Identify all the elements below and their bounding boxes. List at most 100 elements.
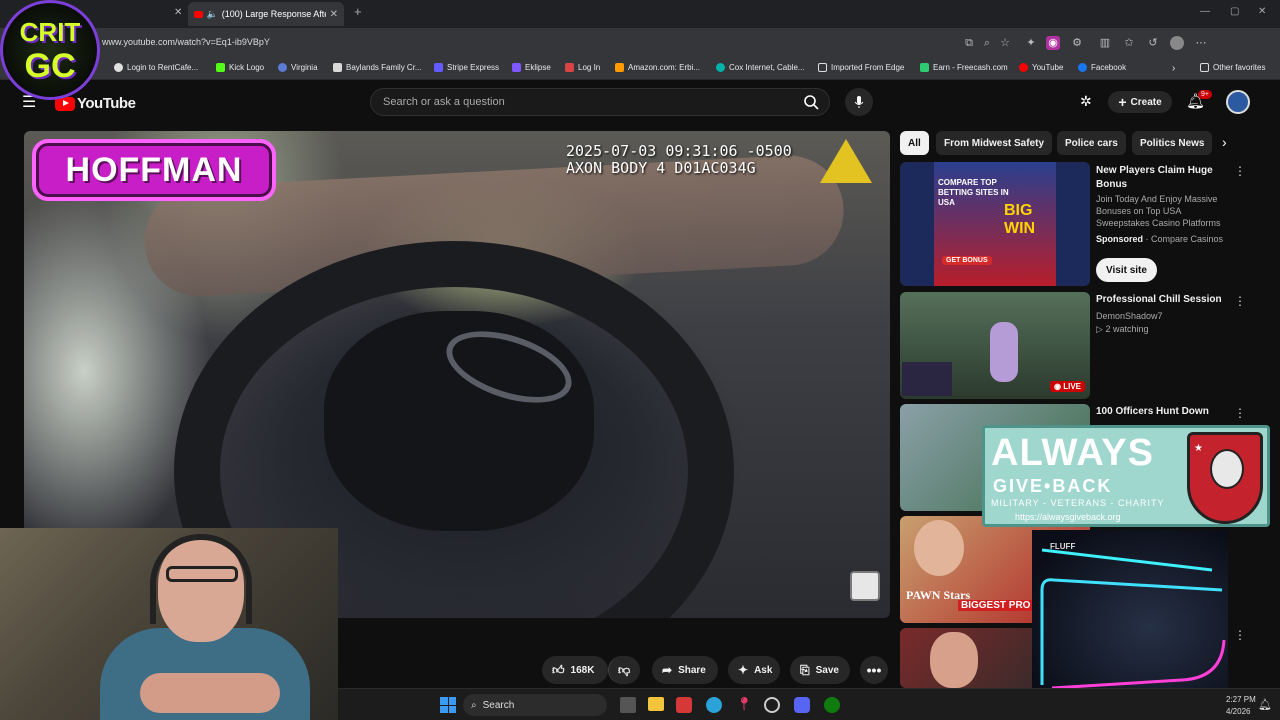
- sponsored-ad-card[interactable]: COMPARE TOP BETTING SITES IN USA BIG WIN…: [900, 162, 1260, 288]
- bookmark-item[interactable]: YouTube: [1019, 63, 1063, 72]
- windows-taskbar: ⌕ Search 📍︎ 2:27 PM 4/2026 🔔︎: [338, 688, 1280, 720]
- ad-thumbnail[interactable]: COMPARE TOP BETTING SITES IN USA BIG WIN…: [900, 162, 1090, 286]
- more-vertical-icon[interactable]: ⋮: [1234, 164, 1246, 178]
- bookmark-favicon-icon: [278, 63, 287, 72]
- maximize-icon[interactable]: ▢: [1230, 6, 1239, 17]
- bookmark-item[interactable]: Amazon.com: Erbi...: [615, 63, 700, 72]
- like-button[interactable]: 👍︎ 168K: [542, 656, 608, 684]
- profile-avatar[interactable]: [1170, 36, 1184, 50]
- ask-button[interactable]: ✦ Ask: [728, 656, 780, 684]
- minimize-icon[interactable]: —: [1200, 6, 1210, 17]
- other-favorites[interactable]: Other favorites: [1200, 63, 1265, 72]
- xbox-icon[interactable]: [824, 697, 840, 713]
- bookmark-item[interactable]: Eklipse: [512, 63, 551, 72]
- thumbs-up-icon: 👍︎: [552, 662, 565, 677]
- more-vertical-icon[interactable]: ⋮: [1234, 294, 1246, 308]
- bookmark-item[interactable]: Log In: [565, 63, 600, 72]
- bookmark-item[interactable]: Kick Logo: [216, 63, 264, 72]
- speaker-icon[interactable]: 🔈: [207, 9, 218, 20]
- map-pin-icon[interactable]: 📍︎: [736, 696, 753, 712]
- rec-title[interactable]: 100 Officers Hunt Down: [1096, 405, 1226, 419]
- bookmark-label: Stripe Express: [447, 63, 500, 72]
- logo-text-top: CRIT: [19, 17, 81, 47]
- bookmark-favicon-icon: [615, 63, 624, 72]
- ask-label: Ask: [754, 664, 773, 676]
- favorite-star-icon[interactable]: ☆: [998, 36, 1012, 50]
- new-tab-icon[interactable]: +: [354, 4, 362, 19]
- dislike-button[interactable]: 👎︎: [608, 656, 640, 684]
- rec-title[interactable]: New Players Claim Huge Bonus: [1096, 164, 1226, 192]
- search-input[interactable]: Search or ask a question: [383, 96, 505, 108]
- channel-watermark-icon[interactable]: [850, 571, 880, 601]
- chevron-right-icon[interactable]: ›: [1222, 134, 1227, 150]
- video-thumbnail[interactable]: ◉ LIVE: [900, 292, 1090, 399]
- bookmark-item[interactable]: Earn - Freecash.com: [920, 63, 1008, 72]
- split-screen-icon[interactable]: ▥: [1098, 36, 1112, 50]
- chip-all[interactable]: All: [900, 131, 929, 155]
- bookmark-item[interactable]: Baylands Family Cr...: [333, 63, 422, 72]
- bookmark-label: Amazon.com: Erbi...: [628, 63, 701, 72]
- chip-police-cars[interactable]: Police cars: [1057, 131, 1126, 155]
- extensions-puzzle-icon[interactable]: ⚙: [1070, 36, 1084, 50]
- save-button[interactable]: ⎘ Save: [790, 656, 850, 684]
- visit-site-button[interactable]: Visit site: [1096, 258, 1157, 282]
- bookmark-label: Baylands Family Cr...: [346, 63, 422, 72]
- app-icon[interactable]: [676, 697, 692, 713]
- search-box[interactable]: Search or ask a question: [370, 88, 830, 116]
- extension-icon[interactable]: ◉: [1046, 36, 1060, 50]
- voice-search-button[interactable]: [845, 88, 873, 116]
- rec-channel[interactable]: DemonShadow7: [1096, 310, 1226, 322]
- bodycam-timestamp: 2025-07-03 09:31:06 -0500 AXON BODY 4 D0…: [566, 143, 792, 177]
- neon-frame-icon: [1040, 548, 1226, 690]
- favorites-icon[interactable]: ✩: [1122, 36, 1136, 50]
- account-avatar[interactable]: [1226, 90, 1250, 114]
- app-available-icon[interactable]: ⧉: [962, 36, 976, 50]
- close-tab-icon[interactable]: ✕: [174, 7, 182, 18]
- name-overlay: HOFFMAN: [32, 139, 276, 201]
- chip-politics-news[interactable]: Politics News: [1132, 131, 1213, 155]
- history-icon[interactable]: ↺: [1146, 36, 1160, 50]
- discord-icon[interactable]: [794, 697, 810, 713]
- bookmark-folder[interactable]: Imported From Edge: [818, 63, 904, 72]
- url-field[interactable]: www.youtube.com/watch?v=Eq1-ib9VBpY: [102, 37, 270, 47]
- create-button[interactable]: + Create: [1108, 91, 1172, 113]
- more-menu-icon[interactable]: ⋯: [1194, 36, 1208, 50]
- bookmark-favicon-icon: [716, 63, 725, 72]
- sparkle-icon: ✦: [738, 663, 749, 677]
- plus-icon: +: [1118, 94, 1127, 110]
- file-explorer-icon[interactable]: [648, 697, 664, 711]
- browser-tab[interactable]: ✕: [110, 2, 186, 26]
- more-vertical-icon[interactable]: ⋮: [1234, 406, 1246, 420]
- bookmark-item[interactable]: Login to RentCafe...: [114, 63, 198, 72]
- bookmark-favicon-icon: [1078, 63, 1087, 72]
- bookmark-item[interactable]: Stripe Express: [434, 63, 499, 72]
- bookmark-item[interactable]: Cox Internet, Cable...: [716, 63, 805, 72]
- taskbar-search-label: Search: [482, 699, 515, 711]
- bookmark-favicon-icon: [333, 63, 342, 72]
- close-window-icon[interactable]: ✕: [1258, 6, 1266, 17]
- close-tab-icon[interactable]: ✕: [330, 9, 338, 20]
- notification-center-icon[interactable]: 🔔︎: [1258, 698, 1272, 711]
- windows-start-icon[interactable]: [440, 697, 456, 713]
- extension-icon[interactable]: ✦: [1024, 36, 1038, 50]
- zoom-icon[interactable]: ⌕: [980, 36, 994, 50]
- taskbar-search[interactable]: ⌕ Search: [463, 694, 607, 716]
- chevron-right-icon[interactable]: ›: [1172, 63, 1175, 74]
- youtube-logo[interactable]: YouTube: [55, 95, 136, 112]
- share-button[interactable]: ➦ Share: [652, 656, 718, 684]
- chip-from-channel[interactable]: From Midwest Safety: [936, 131, 1053, 155]
- sponsor-banner: ALWAYS GIVE•BACK MILITARY - VETERANS - C…: [982, 425, 1270, 527]
- app-icon[interactable]: [764, 697, 780, 713]
- rec-title[interactable]: Professional Chill Session: [1096, 293, 1226, 307]
- bookmark-favicon-icon: [565, 63, 574, 72]
- bookmark-item[interactable]: Facebook: [1078, 63, 1126, 72]
- bookmark-item[interactable]: Virginia: [278, 63, 318, 72]
- recommendation-card[interactable]: ◉ LIVE Professional Chill Session DemonS…: [900, 292, 1260, 400]
- task-view-icon[interactable]: [620, 697, 636, 713]
- live-indicator-icon: ▷: [1096, 324, 1103, 334]
- more-actions-button[interactable]: •••: [860, 656, 888, 684]
- gemini-sparkle-icon[interactable]: ✲: [1080, 93, 1092, 110]
- edge-icon[interactable]: [706, 697, 722, 713]
- browser-tab-active[interactable]: 🔈 (100) Large Response After K ✕: [188, 2, 344, 26]
- search-button[interactable]: [793, 88, 829, 116]
